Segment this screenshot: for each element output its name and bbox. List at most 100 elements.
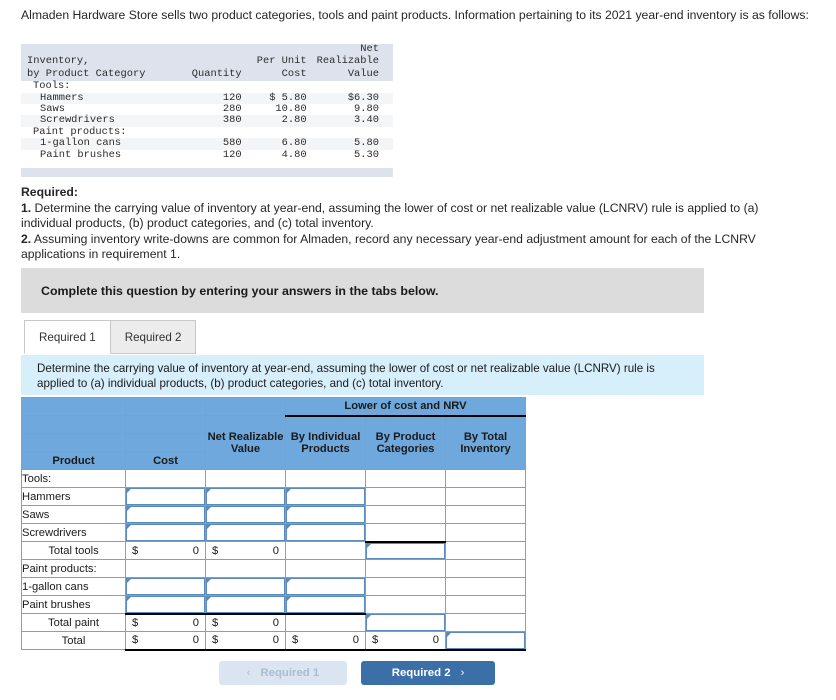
answer-row-label: Total [21, 631, 126, 650]
required-2-next-button[interactable]: Required 2 › [361, 661, 495, 685]
input-box[interactable] [206, 596, 285, 613]
answer-input-cell[interactable] [205, 487, 286, 506]
input-box[interactable] [206, 488, 285, 505]
cell-corner-marker-icon [207, 597, 211, 601]
inventory-header-inventory: Inventory, [21, 56, 186, 69]
inventory-row-nrv: 5.30 [354, 148, 379, 161]
input-box[interactable] [446, 632, 525, 649]
cell-corner-marker-icon [367, 543, 371, 548]
complete-question-banner: Complete this question by entering your … [21, 268, 704, 313]
input-box[interactable] [286, 488, 365, 505]
inventory-row-quantity: 120 [222, 148, 242, 161]
answer-input-cell[interactable] [285, 577, 366, 596]
answer-input-cell[interactable] [125, 595, 206, 614]
input-box[interactable] [206, 506, 285, 523]
input-box[interactable] [286, 506, 365, 523]
currency-symbol: $ [132, 616, 139, 629]
grid-header-blank-7 [125, 433, 206, 452]
input-box[interactable] [126, 524, 205, 541]
inventory-footer-cell [21, 168, 393, 178]
answer-cell-money: $0 [125, 541, 206, 560]
cell-corner-marker-icon [287, 507, 291, 511]
cell-corner-marker-icon [207, 525, 211, 529]
currency-symbol: $ [372, 634, 379, 647]
answer-input-cell[interactable] [125, 505, 206, 524]
input-box[interactable] [206, 524, 285, 541]
navigation-buttons: ‹ Required 1 Required 2 › [219, 661, 495, 685]
cell-corner-marker-icon [207, 489, 211, 493]
input-box[interactable] [286, 596, 365, 613]
inventory-header-cost: Cost [251, 68, 317, 82]
inventory-row-cost: 2.80 [251, 115, 317, 127]
input-box[interactable] [126, 596, 205, 613]
answer-cell-money: $0 [365, 631, 446, 651]
grid-header-blank-1 [21, 397, 126, 416]
inventory-header-perunit: Per Unit [251, 56, 317, 69]
tab-required-2[interactable]: Required 2 [109, 320, 197, 354]
input-box[interactable] [286, 578, 365, 595]
answer-cell-blank [445, 505, 526, 524]
answer-cell-value: 0 [192, 616, 199, 629]
inventory-header-blank-4 [185, 56, 252, 69]
required-heading-text: Required: [21, 185, 78, 199]
inventory-spacer-row [21, 161, 393, 168]
inventory-header-realizable: Realizable [316, 56, 393, 69]
answer-input-cell[interactable] [125, 487, 206, 506]
input-box[interactable] [366, 614, 445, 631]
tab-label: Required 2 [124, 330, 182, 344]
inventory-row-quantity: 120 [185, 92, 252, 105]
inventory-row-nrv: 3.40 [316, 115, 393, 127]
answer-cell-blank [285, 541, 366, 560]
answer-input-cell[interactable] [205, 595, 286, 614]
grid-header-blank-2 [125, 397, 206, 416]
answer-input-cell[interactable] [365, 613, 446, 632]
input-box[interactable] [126, 506, 205, 523]
answer-input-cell[interactable] [205, 577, 286, 596]
answer-cell-value: 0 [432, 634, 439, 647]
inventory-row-label: Paint brushes [40, 148, 122, 161]
inventory-row: Hammers 120 $ 5.80 $6.30 [21, 92, 393, 105]
cell-corner-marker-icon [367, 615, 371, 619]
grid-header-nrv: Net Realizable Value [205, 415, 286, 470]
answer-cell-money: $0 [125, 612, 206, 632]
grid-header-by-total-inventory: By Total Inventory [445, 415, 526, 470]
answer-input-cell[interactable] [285, 505, 366, 524]
input-box[interactable] [126, 488, 205, 505]
answer-cell-money: $0 [125, 631, 206, 651]
inventory-row: Paint brushes 120 4.80 5.30 [21, 148, 393, 161]
answer-input-cell[interactable] [125, 523, 206, 542]
inventory-row-cost [252, 81, 317, 92]
grid-header-blank-4 [21, 415, 126, 434]
input-box[interactable] [286, 524, 365, 541]
answer-cell-blank [445, 469, 526, 488]
answer-input-cell[interactable] [125, 577, 206, 596]
input-box[interactable] [206, 578, 285, 595]
answer-cell-blank [365, 523, 446, 542]
inventory-row-cost: 4.80 [281, 148, 307, 161]
required-1-prev-button[interactable]: ‹ Required 1 [219, 661, 347, 685]
required-2-next-label: Required 2 [391, 667, 451, 679]
input-box[interactable] [126, 578, 205, 595]
chevron-left-icon: ‹ [246, 667, 251, 679]
currency-symbol: $ [212, 616, 219, 629]
answer-input-cell[interactable] [205, 505, 286, 524]
answer-cell-value: 0 [272, 544, 279, 557]
answer-input-cell[interactable] [205, 523, 286, 542]
inventory-row: 1-gallon cans 580 6.80 5.80 [21, 137, 393, 150]
tab-label: Required 1 [39, 330, 96, 344]
answer-input-cell[interactable] [365, 540, 446, 560]
tab-required-1[interactable]: Required 1 [24, 320, 111, 354]
inventory-row-quantity: 280 [222, 103, 242, 116]
grid-header-by-individual-products: By Individual Products [285, 415, 366, 470]
answer-cell-blank [445, 541, 526, 560]
input-box[interactable] [366, 542, 445, 559]
answer-input-cell[interactable] [285, 595, 366, 614]
grid-header-cost: Cost [125, 451, 206, 470]
answer-cell-blank [445, 487, 526, 506]
answer-input-cell[interactable] [285, 523, 366, 542]
intro-paragraph: Almaden Hardware Store sells two product… [21, 8, 809, 22]
answer-input-cell[interactable] [445, 631, 526, 651]
answer-row-label: Paint brushes [21, 595, 126, 614]
answer-row-label: Total tools [21, 541, 126, 560]
answer-input-cell[interactable] [285, 487, 366, 506]
